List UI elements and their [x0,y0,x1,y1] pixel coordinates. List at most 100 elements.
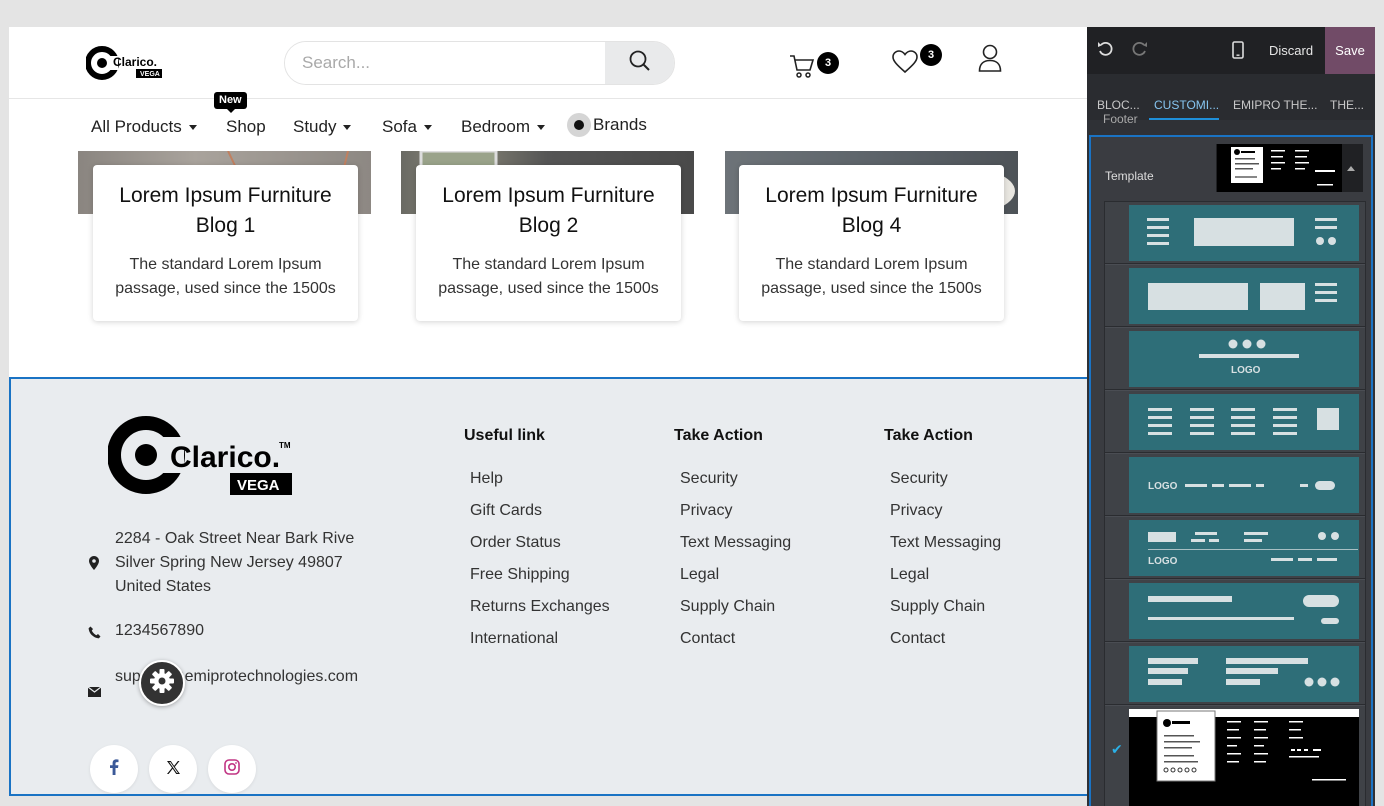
cart-button[interactable]: 3 [789,51,843,81]
svg-text:VEGA: VEGA [237,477,280,494]
discard-button[interactable]: Discard [1258,27,1324,74]
template-option[interactable]: LOGO [1105,517,1365,579]
nav-item-brands[interactable]: Brands [567,113,647,137]
tab-theme[interactable]: THE... [1330,98,1364,112]
save-button[interactable]: Save [1325,27,1375,74]
footer-link[interactable]: Text Messaging [674,527,791,559]
footer-link[interactable]: Help [464,463,610,495]
nav-label: Brands [593,115,647,134]
blog-card[interactable]: Lorem Ipsum Furniture Blog 2 The standar… [416,165,681,321]
nav-item-study[interactable]: Study [293,117,352,137]
cart-count-badge: 3 [817,52,839,74]
blog-excerpt: The standard Lorem Ipsum passage, used s… [761,256,982,297]
footer-link[interactable]: International [464,623,610,655]
clarico-logo[interactable]: Clarico. VEGA [85,46,166,80]
nav-label: Bedroom [461,117,530,136]
caret-down-icon [423,124,432,130]
caret-up-icon [1347,166,1355,171]
footer-link[interactable]: Privacy [884,495,1001,527]
footer-link[interactable]: Privacy [674,495,791,527]
caret-down-icon [536,124,545,130]
envelope-icon [87,684,101,700]
brand-dot-icon [567,113,591,137]
template-option[interactable] [1105,202,1365,264]
blog-card[interactable]: Lorem Ipsum Furniture Blog 4 The standar… [739,165,1004,321]
thumbnail-logo-text: LOGO [1148,481,1178,492]
blog-title[interactable]: Lorem Ipsum Furniture Blog 2 [416,181,681,241]
mobile-preview-icon[interactable] [1232,41,1244,62]
footer-link[interactable]: Order Status [464,527,610,559]
search-bar [284,41,675,85]
nav-item-shop[interactable]: Shop [226,117,266,137]
template-option[interactable] [1105,391,1365,453]
svg-text:Clarico.: Clarico. [170,441,280,474]
blog-excerpt: The standard Lorem Ipsum passage, used s… [115,256,336,297]
template-label: Template [1105,169,1154,183]
template-thumbnail: LOGO [1129,331,1359,387]
wishlist-button[interactable]: 3 [892,44,948,80]
tab-blocks[interactable]: BLOC... [1097,98,1140,112]
nav-item-bedroom[interactable]: Bedroom [461,117,545,137]
wishlist-count-badge: 3 [920,44,942,66]
redo-icon[interactable] [1132,41,1148,60]
nav-item-all-products[interactable]: All Products [91,117,197,137]
template-option[interactable] [1105,265,1365,327]
footer-phone[interactable]: 1234567890 [115,622,204,640]
nav-label: Sofa [382,117,417,136]
account-button[interactable] [978,44,1004,74]
footer-link[interactable]: Legal [674,559,791,591]
footer-link[interactable]: Free Shipping [464,559,610,591]
footer-column-take-action: Take Action Security Privacy Text Messag… [674,427,791,655]
heart-icon [892,50,918,78]
footer-column-title: Take Action [674,427,763,444]
thumbnail-logo-text: LOGO [1231,365,1261,376]
blog-title[interactable]: Lorem Ipsum Furniture Blog 1 [93,181,358,241]
template-thumbnail [1129,205,1359,261]
section-title: Footer [1103,112,1138,126]
instagram-button[interactable] [208,745,256,793]
template-option-selected[interactable]: ✔ [1105,706,1365,806]
footer-link[interactable]: Gift Cards [464,495,610,527]
footer-link[interactable]: Contact [674,623,791,655]
facebook-icon [109,759,119,779]
footer-link[interactable]: Supply Chain [884,591,1001,623]
editor-toolbar: Discard Save [1087,27,1375,74]
blog-card[interactable]: Lorem Ipsum Furniture Blog 1 The standar… [93,165,358,321]
footer-column-title: Take Action [884,427,973,444]
tab-emipro-theme[interactable]: EMIPRO THE... [1233,98,1317,112]
instagram-icon [224,759,240,779]
template-option[interactable] [1105,580,1365,642]
search-input[interactable] [285,42,607,84]
footer-link[interactable]: Returns Exchanges [464,591,610,623]
thumbnail-logo-text: LOGO [1148,556,1178,567]
footer-link[interactable]: Supply Chain [674,591,791,623]
footer-link[interactable]: Legal [884,559,1001,591]
footer-link[interactable]: Security [884,463,1001,495]
phone-icon [87,624,101,640]
nav-item-sofa[interactable]: Sofa [382,117,432,137]
footer-clarico-logo: Clarico. TM VEGA [107,415,298,497]
template-thumbnail [1129,583,1359,639]
blog-title[interactable]: Lorem Ipsum Furniture Blog 4 [739,181,1004,241]
facebook-button[interactable] [90,745,138,793]
undo-icon[interactable] [1097,41,1113,60]
template-option[interactable]: LOGO [1105,454,1365,516]
footer-column-title: Useful link [464,427,545,444]
nav-label: All Products [91,117,182,136]
new-badge: New [214,92,247,113]
template-option[interactable]: LOGO [1105,328,1365,390]
template-option[interactable] [1105,643,1365,705]
template-thumbnail: LOGO [1129,520,1359,576]
footer-link[interactable]: Security [674,463,791,495]
caret-down-icon [188,124,197,130]
map-marker-icon [87,555,101,571]
nav-label: Shop [226,117,266,136]
template-select[interactable] [1216,144,1363,192]
tab-customize[interactable]: CUSTOMI... [1154,98,1219,112]
footer-link[interactable]: Text Messaging [884,527,1001,559]
options-gear-button[interactable] [139,660,185,706]
footer-link[interactable]: Contact [884,623,1001,655]
x-twitter-button[interactable] [149,745,197,793]
search-button[interactable] [605,42,674,84]
site-header: Clarico. VEGA 3 [9,27,1087,151]
